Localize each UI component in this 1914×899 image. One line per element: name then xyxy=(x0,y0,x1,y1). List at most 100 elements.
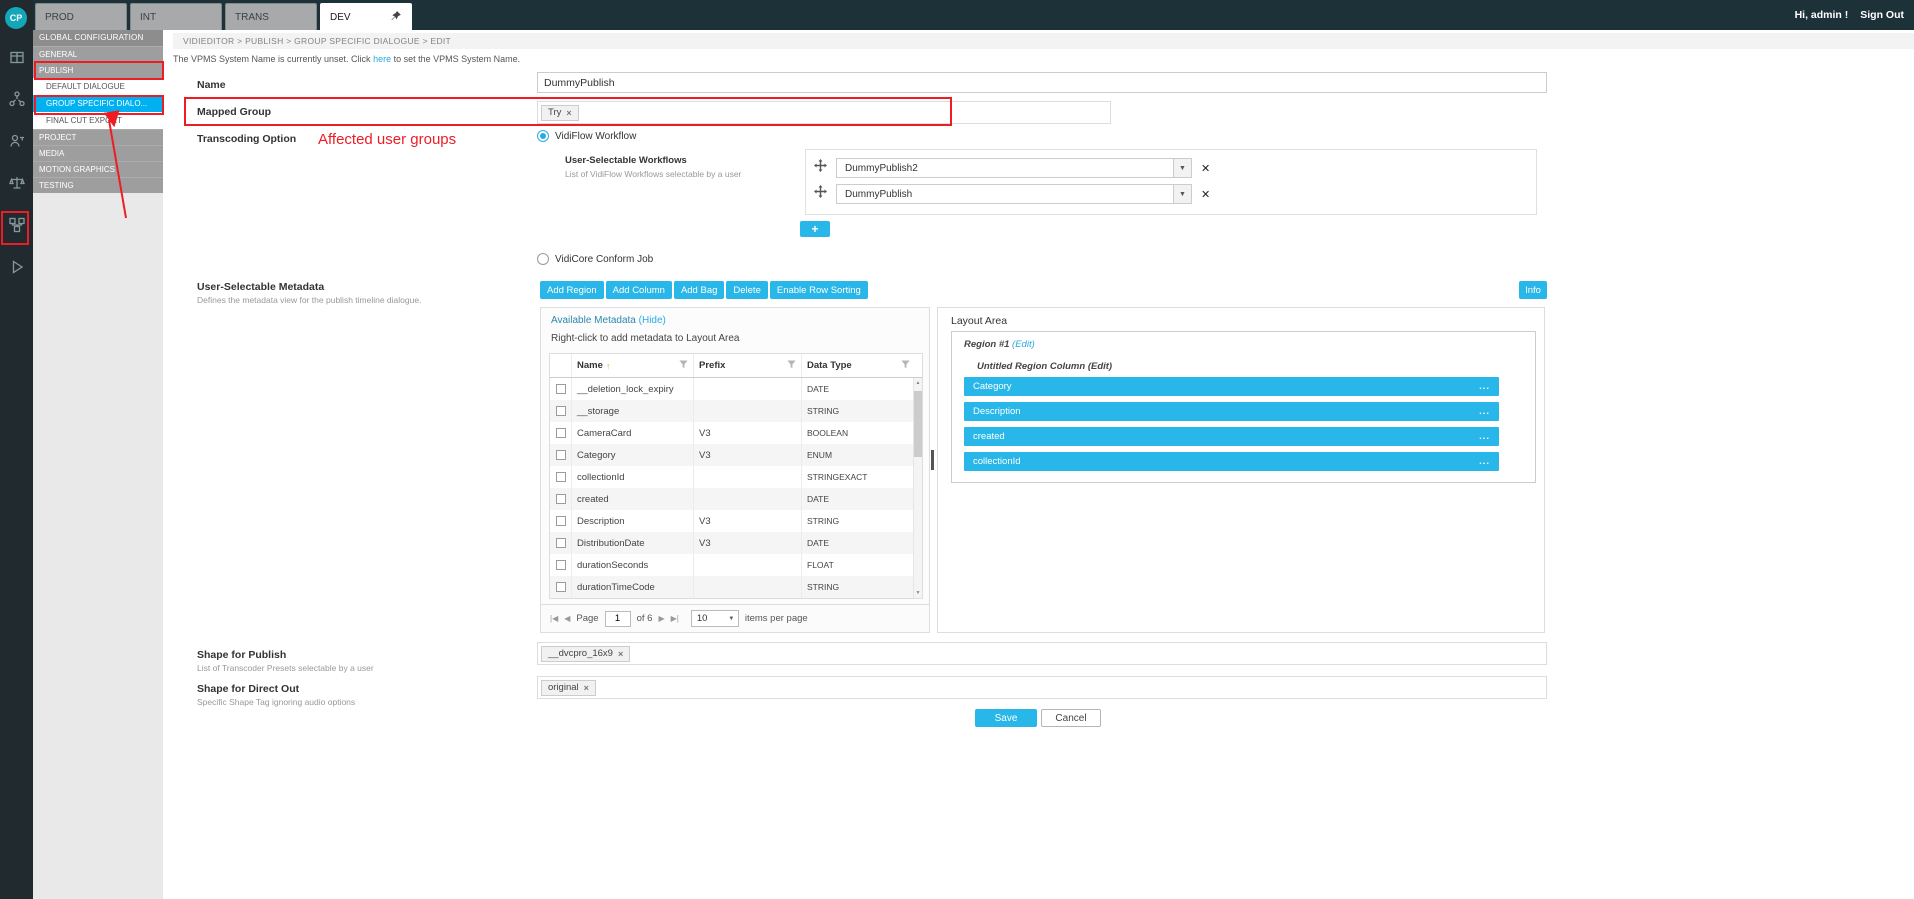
table-row[interactable]: createdDATE xyxy=(550,488,922,510)
sidebar-item-motion-graphics[interactable]: MOTION GRAPHICS xyxy=(33,161,163,177)
remove-tag-icon[interactable]: × xyxy=(618,649,623,659)
last-page-icon[interactable]: ▶| xyxy=(671,614,679,623)
column-header-name[interactable]: Name ↑ xyxy=(572,354,694,377)
table-row[interactable]: CameraCardV3BOOLEAN xyxy=(550,422,922,444)
row-checkbox[interactable] xyxy=(556,472,566,482)
chevron-down-icon[interactable]: ▼ xyxy=(1173,159,1191,177)
more-options-icon[interactable]: ... xyxy=(1479,431,1490,442)
vpms-notice: The VPMS System Name is currently unset.… xyxy=(173,54,520,64)
row-checkbox[interactable] xyxy=(556,428,566,438)
items-per-page-select[interactable]: 10 ▼ xyxy=(691,610,739,627)
sidebar-item-final-cut-export[interactable]: FINAL CUT EXPORT xyxy=(33,112,163,129)
molecule-icon[interactable] xyxy=(7,89,27,109)
hide-link[interactable]: (Hide) xyxy=(639,315,666,326)
delete-button[interactable]: Delete xyxy=(726,281,767,299)
layout-area-title: Layout Area xyxy=(951,315,1007,327)
first-page-icon[interactable]: |◀ xyxy=(550,614,558,623)
remove-tag-icon[interactable]: × xyxy=(566,108,571,118)
table-row[interactable]: DescriptionV3STRING xyxy=(550,510,922,532)
breadcrumb: VIDIEDITOR > PUBLISH > GROUP SPECIFIC DI… xyxy=(173,33,1914,49)
table-row[interactable]: __deletion_lock_expiryDATE xyxy=(550,378,922,400)
shape-for-direct-out-field[interactable]: original× xyxy=(537,676,1547,699)
balance-icon[interactable] xyxy=(7,173,27,193)
table-row[interactable]: DistributionDateV3DATE xyxy=(550,532,922,554)
layout-item[interactable]: created... xyxy=(964,427,1499,446)
row-checkbox[interactable] xyxy=(556,582,566,592)
scroll-up-icon[interactable]: ▲ xyxy=(914,380,922,386)
scroll-down-icon[interactable]: ▼ xyxy=(914,590,922,596)
sign-out-link[interactable]: Sign Out xyxy=(1860,9,1904,21)
shape-for-publish-field[interactable]: __dvcpro_16x9× xyxy=(537,642,1547,665)
sidebar-item-media[interactable]: MEDIA xyxy=(33,145,163,161)
sidebar-item-publish[interactable]: PUBLISH xyxy=(33,62,163,78)
vpms-here-link[interactable]: here xyxy=(373,54,391,64)
table-row[interactable]: CategoryV3ENUM xyxy=(550,444,922,466)
mapped-group-field[interactable]: Try× xyxy=(537,101,1111,124)
tab-dev[interactable]: DEV xyxy=(320,3,412,30)
name-input[interactable] xyxy=(537,72,1547,93)
info-button[interactable]: Info xyxy=(1519,281,1547,299)
workflow-select[interactable]: DummyPublish2 ▼ xyxy=(836,158,1192,178)
layout-item[interactable]: Category... xyxy=(964,377,1499,396)
filter-icon[interactable] xyxy=(787,360,796,372)
page-number-input[interactable] xyxy=(605,611,631,627)
filter-icon[interactable] xyxy=(679,360,688,372)
region-edit-link[interactable]: (Edit) xyxy=(1012,339,1035,350)
add-bag-button[interactable]: Add Bag xyxy=(674,281,724,299)
play-icon[interactable] xyxy=(7,257,27,277)
next-page-icon[interactable]: ▶ xyxy=(658,614,664,623)
more-options-icon[interactable]: ... xyxy=(1479,406,1490,417)
sidebar-item-general[interactable]: GENERAL xyxy=(33,46,163,62)
sidebar-item-project[interactable]: PROJECT xyxy=(33,129,163,145)
table-scrollbar[interactable]: ▲ ▼ xyxy=(913,378,922,598)
remove-tag-icon[interactable]: × xyxy=(584,683,589,693)
save-button[interactable]: Save xyxy=(975,709,1037,727)
row-checkbox[interactable] xyxy=(556,560,566,570)
more-options-icon[interactable]: ... xyxy=(1479,381,1490,392)
tab-prod[interactable]: PROD xyxy=(35,3,127,30)
sidebar-item-testing[interactable]: TESTING xyxy=(33,177,163,193)
prev-page-icon[interactable]: ◀ xyxy=(564,614,570,623)
row-checkbox[interactable] xyxy=(556,406,566,416)
remove-workflow-icon[interactable]: ✕ xyxy=(1201,162,1210,175)
move-icon[interactable] xyxy=(814,185,827,203)
modules-icon[interactable] xyxy=(7,47,27,67)
layout-item[interactable]: Description... xyxy=(964,402,1499,421)
vidiflow-workflow-radio[interactable] xyxy=(537,130,549,142)
column-header-prefix[interactable]: Prefix xyxy=(694,354,802,377)
remove-workflow-icon[interactable]: ✕ xyxy=(1201,188,1210,201)
chevron-down-icon[interactable]: ▼ xyxy=(1173,185,1191,203)
move-icon[interactable] xyxy=(814,159,827,177)
column-header-data-type[interactable]: Data Type xyxy=(802,354,922,377)
tab-int[interactable]: INT xyxy=(130,3,222,30)
row-checkbox[interactable] xyxy=(556,450,566,460)
main-content: VIDIEDITOR > PUBLISH > GROUP SPECIFIC DI… xyxy=(163,30,1914,899)
vidicore-conform-radio[interactable] xyxy=(537,253,549,265)
add-column-button[interactable]: Add Column xyxy=(606,281,672,299)
filter-icon[interactable] xyxy=(901,360,910,372)
sidebar-item-default-dialogue[interactable]: DEFAULT DIALOGUE xyxy=(33,78,163,95)
more-options-icon[interactable]: ... xyxy=(1479,456,1490,467)
column-edit-link[interactable]: (Edit) xyxy=(1088,361,1112,372)
table-row[interactable]: durationSecondsFLOAT xyxy=(550,554,922,576)
table-row[interactable]: __storageSTRING xyxy=(550,400,922,422)
network-nodes-icon[interactable] xyxy=(7,215,27,235)
panel-splitter[interactable] xyxy=(931,450,934,470)
enable-row-sorting-button[interactable]: Enable Row Sorting xyxy=(770,281,868,299)
workflow-select[interactable]: DummyPublish ▼ xyxy=(836,184,1192,204)
scrollbar-thumb[interactable] xyxy=(914,391,922,457)
user-key-icon[interactable] xyxy=(7,131,27,151)
row-checkbox[interactable] xyxy=(556,384,566,394)
user-greeting: Hi, admin ! xyxy=(1795,9,1849,21)
row-checkbox[interactable] xyxy=(556,516,566,526)
row-checkbox[interactable] xyxy=(556,494,566,504)
table-row[interactable]: durationTimeCodeSTRING xyxy=(550,576,922,598)
tab-trans[interactable]: TRANS xyxy=(225,3,317,30)
cancel-button[interactable]: Cancel xyxy=(1041,709,1101,727)
sidebar-item-group-specific-dialogue[interactable]: GROUP SPECIFIC DIALO... xyxy=(33,95,163,112)
table-row[interactable]: collectionIdSTRINGEXACT xyxy=(550,466,922,488)
add-workflow-button[interactable]: + xyxy=(800,221,830,237)
row-checkbox[interactable] xyxy=(556,538,566,548)
add-region-button[interactable]: Add Region xyxy=(540,281,604,299)
layout-item[interactable]: collectionId... xyxy=(964,452,1499,471)
